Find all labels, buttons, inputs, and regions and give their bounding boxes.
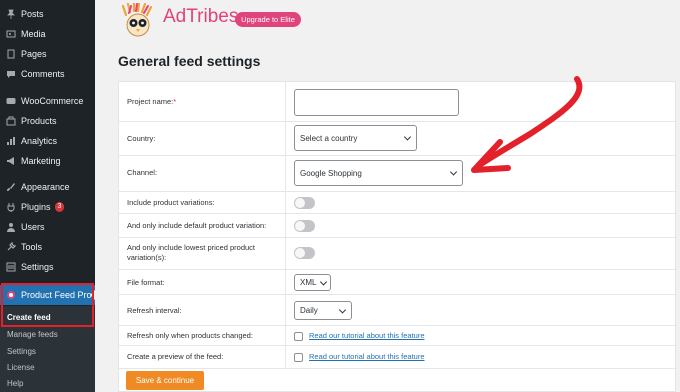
preview-checkbox[interactable]	[294, 353, 303, 362]
sidebar-item-label: Tools	[21, 242, 43, 252]
sidebar-item-marketing[interactable]: Marketing	[0, 151, 95, 171]
red-arrow-annotation	[471, 76, 583, 173]
file-format-select[interactable]: XML	[294, 274, 331, 291]
refresh-interval-label: Refresh interval:	[127, 306, 182, 315]
default-variation-toggle[interactable]	[294, 220, 315, 232]
users-icon	[6, 222, 16, 232]
sidebar-item-label: Settings	[21, 262, 54, 272]
sidebar-item-label: Plugins	[21, 202, 51, 212]
comments-icon	[6, 69, 16, 79]
submenu-item-license[interactable]: License	[0, 359, 95, 375]
sidebar-item-settings[interactable]: Settings	[0, 257, 95, 277]
page-title: General feed settings	[118, 53, 261, 69]
chevron-down-icon	[338, 305, 347, 314]
sidebar-item-label: WooCommerce	[21, 96, 84, 106]
sidebar-item-label: Products	[21, 116, 57, 126]
media-icon	[6, 29, 16, 39]
lowest-priced-toggle[interactable]	[294, 247, 315, 259]
refresh-interval-value: Daily	[300, 306, 318, 315]
sidebar-item-label: Comments	[21, 69, 65, 79]
refresh-changed-checkbox[interactable]	[294, 332, 303, 341]
sidebar-item-appearance[interactable]: Appearance	[0, 177, 95, 197]
sidebar-item-posts[interactable]: Posts	[0, 4, 95, 24]
brand-name: AdTribes	[163, 6, 239, 27]
country-select[interactable]: Select a country	[294, 125, 417, 151]
channel-label: Channel:	[127, 168, 158, 177]
row-file-format: File format: XML	[119, 270, 677, 295]
refresh-interval-select[interactable]: Daily	[294, 301, 352, 320]
sidebar-item-label: Marketing	[21, 156, 61, 166]
row-refresh-changed: Refresh only when products changed: Read…	[119, 326, 677, 346]
sidebar-item-woocommerce[interactable]: WooCommerce	[0, 91, 95, 111]
sidebar-item-media[interactable]: Media	[0, 24, 95, 44]
lowest-priced-label: And only include lowest priced product v…	[127, 243, 255, 262]
update-count-badge: 3	[54, 202, 65, 212]
sidebar-item-comments[interactable]: Comments	[0, 64, 95, 84]
sidebar-item-label: Analytics	[21, 136, 58, 146]
default-variation-label: And only include default product variati…	[127, 221, 267, 230]
row-include-variations: Include product variations:	[119, 192, 677, 214]
settings-icon	[6, 262, 16, 272]
sidebar-item-analytics[interactable]: Analytics	[0, 131, 95, 151]
row-preview: Create a preview of the feed: Read our t…	[119, 346, 677, 369]
variations-toggle[interactable]	[294, 197, 315, 209]
brush-icon	[6, 182, 16, 192]
tutorial-link[interactable]: Read our tutorial about this feature	[309, 331, 425, 340]
sidebar-item-label: Media	[21, 29, 46, 39]
project-name-input[interactable]	[294, 89, 459, 116]
submenu-item-settings[interactable]: Settings	[0, 343, 95, 359]
country-label: Country:	[127, 134, 156, 143]
sidebar-item-plugins[interactable]: Plugins 3	[0, 197, 95, 217]
row-lowest-priced: And only include lowest priced product v…	[119, 238, 677, 270]
preview-label: Create a preview of the feed:	[127, 352, 224, 361]
plugin-icon	[6, 202, 16, 212]
tutorial-link[interactable]: Read our tutorial about this feature	[309, 352, 425, 361]
row-default-variation: And only include default product variati…	[119, 214, 677, 238]
sidebar-item-label: Appearance	[21, 182, 70, 192]
chevron-down-icon	[403, 133, 412, 141]
variations-label: Include product variations:	[127, 198, 215, 207]
file-format-value: XML	[300, 278, 317, 287]
upgrade-button[interactable]: Upgrade to Elite	[235, 12, 301, 27]
channel-select[interactable]: Google Shopping	[294, 160, 463, 186]
pin-icon	[6, 9, 16, 19]
save-continue-button[interactable]: Save & continue	[126, 371, 204, 390]
highlight-outline	[1, 283, 94, 327]
sidebar-item-pages[interactable]: Pages	[0, 44, 95, 64]
row-refresh-interval: Refresh interval: Daily	[119, 295, 677, 326]
file-format-label: File format:	[127, 278, 165, 287]
chevron-down-icon	[449, 168, 458, 176]
sidebar-item-label: Users	[21, 222, 45, 232]
chevron-down-icon	[319, 277, 328, 286]
sidebar-item-tools[interactable]: Tools	[0, 237, 95, 257]
sidebar-item-label: Pages	[21, 49, 47, 59]
sidebar-item-products[interactable]: Products	[0, 111, 95, 131]
tools-icon	[6, 242, 16, 252]
adtribes-owl-logo	[121, 3, 153, 37]
sidebar-item-users[interactable]: Users	[0, 217, 95, 237]
project-name-label: Project name:*	[127, 97, 177, 106]
country-select-value: Select a country	[300, 133, 358, 143]
pages-icon	[6, 49, 16, 59]
products-icon	[6, 116, 16, 126]
marketing-icon	[6, 156, 16, 166]
admin-sidebar: Posts Media Pages Comments WooCommerce P…	[0, 0, 95, 392]
refresh-changed-label: Refresh only when products changed:	[127, 331, 253, 340]
submenu-item-manage-feeds[interactable]: Manage feeds	[0, 326, 95, 342]
analytics-icon	[6, 136, 16, 146]
woocommerce-icon	[6, 96, 16, 106]
sidebar-item-label: Posts	[21, 9, 44, 19]
submenu-item-help[interactable]: Help	[0, 375, 95, 391]
channel-select-value: Google Shopping	[300, 168, 362, 178]
